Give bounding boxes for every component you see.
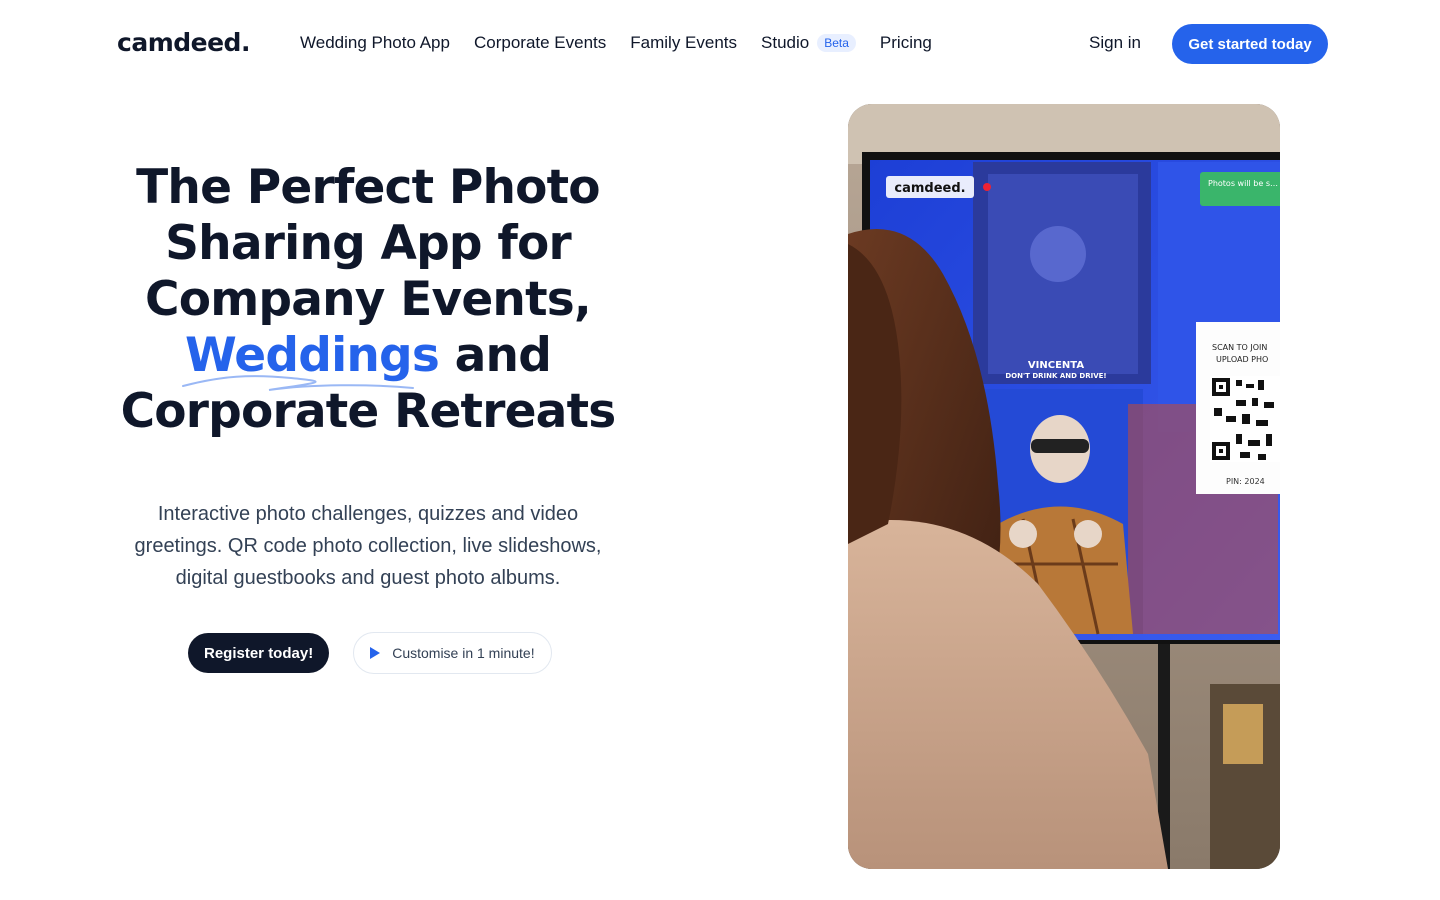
nav-link-wedding-photo-app[interactable]: Wedding Photo App [300, 33, 450, 53]
nav-links: Wedding Photo App Corporate Events Famil… [300, 33, 932, 53]
headline-line: The Perfect Photo [136, 160, 600, 215]
customise-button-label: Customise in 1 minute! [392, 645, 535, 661]
nav-link-corporate-events[interactable]: Corporate Events [474, 33, 606, 53]
top-navigation: camdeed. Wedding Photo App Corporate Eve… [0, 0, 1440, 88]
qr-title-2: UPLOAD PHO [1216, 355, 1268, 364]
nav-link-label: Wedding Photo App [300, 33, 450, 52]
screen-toast-text: Photos will be s… seconds. [1208, 179, 1280, 188]
nav-link-label: Pricing [879, 33, 932, 52]
hero-section: The Perfect Photo Sharing App for Compan… [118, 160, 618, 674]
headline-accent-word: Weddings [181, 328, 440, 391]
qr-code-icon [1210, 376, 1280, 462]
hero-subtext: Interactive photo challenges, quizzes an… [134, 503, 602, 589]
register-button[interactable]: Register today! [188, 633, 330, 673]
headline-line: Sharing App for [165, 216, 572, 271]
screen-logo-text: camdeed. [894, 181, 965, 196]
qr-title-1: SCAN TO JOIN [1212, 343, 1267, 352]
brand-logo[interactable]: camdeed. [117, 28, 250, 57]
screen-caption-sub: DON'T DRINK AND DRIVE! [1005, 372, 1106, 380]
nav-link-pricing[interactable]: Pricing [880, 33, 932, 53]
headline-line: Company Events, [145, 272, 592, 327]
headline-line: and [439, 328, 552, 383]
hero-headline: The Perfect Photo Sharing App for Compan… [118, 160, 618, 440]
sign-in-link[interactable]: Sign in [1089, 33, 1141, 53]
get-started-button[interactable]: Get started today [1172, 24, 1328, 64]
hero-buttons: Register today! Customise in 1 minute! [188, 632, 552, 674]
nav-link-family-events[interactable]: Family Events [630, 33, 737, 53]
customise-button[interactable]: Customise in 1 minute! [353, 632, 552, 674]
nav-link-label: Corporate Events [473, 33, 607, 52]
beta-badge: Beta [817, 34, 856, 52]
nav-link-studio[interactable]: Studio Beta [761, 33, 856, 53]
qr-pin-text: PIN: 2024 [1226, 477, 1265, 486]
nav-link-label: Family Events [630, 33, 738, 52]
event-photo-illustration: camdeed. Photos will be s… seconds. VINC… [848, 104, 1280, 869]
screen-caption-name: VINCENTA [1028, 360, 1084, 371]
play-icon [370, 647, 381, 659]
squiggle-underline-icon [181, 375, 414, 391]
hero-photo: camdeed. Photos will be s… seconds. VINC… [848, 104, 1280, 869]
nav-link-label: Studio [761, 33, 810, 52]
